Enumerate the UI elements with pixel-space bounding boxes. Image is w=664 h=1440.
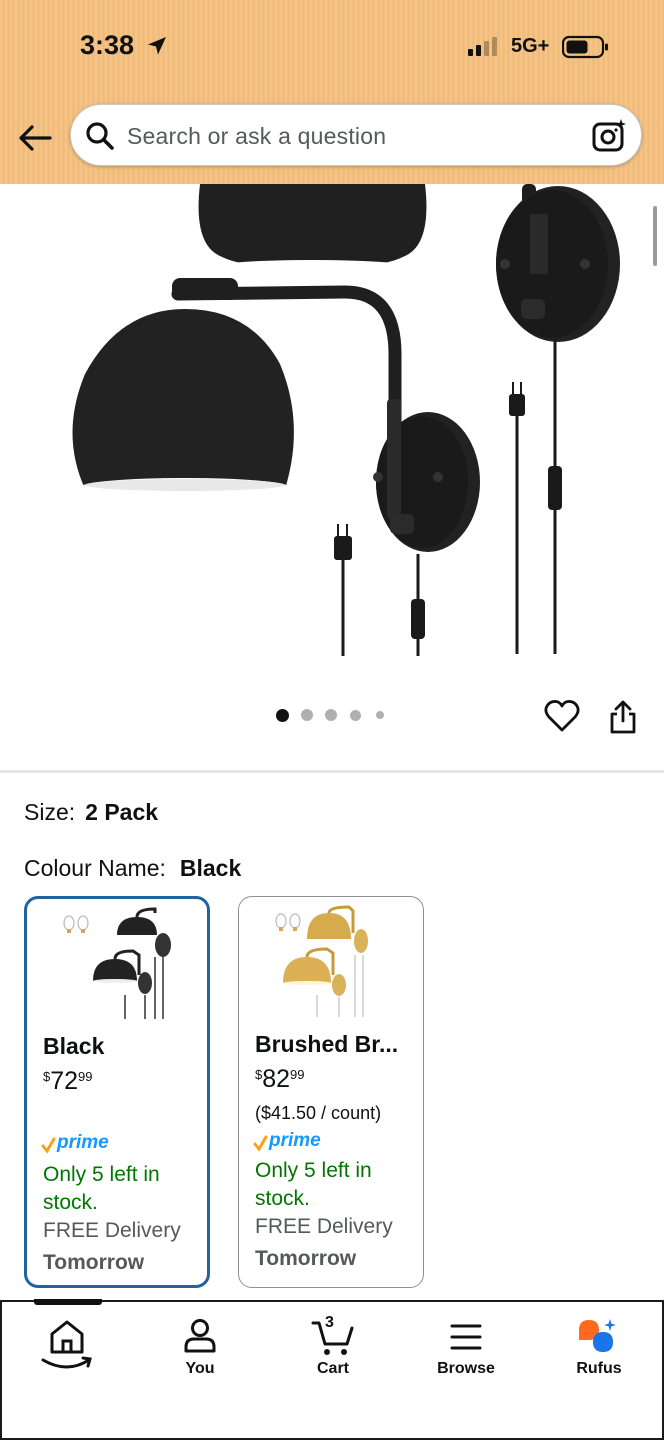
search-placeholder: Search or ask a question bbox=[127, 123, 387, 149]
location-arrow-icon bbox=[148, 37, 166, 55]
scroll-indicator bbox=[653, 206, 657, 266]
nav-you-label: You bbox=[185, 1360, 215, 1377]
delivery-text: FREE Delivery bbox=[255, 1215, 393, 1238]
carousel-dot[interactable] bbox=[376, 711, 384, 719]
colour-swatch-black[interactable]: Black $7299 prime Only 5 left in stock. … bbox=[24, 896, 210, 1288]
battery-icon bbox=[562, 35, 608, 59]
section-divider bbox=[0, 770, 664, 773]
camera-search-icon[interactable] bbox=[591, 118, 627, 154]
carousel-dot[interactable] bbox=[325, 709, 337, 721]
prime-badge: prime bbox=[253, 1130, 333, 1155]
carousel-dot[interactable] bbox=[350, 710, 361, 721]
nav-cart[interactable]: 3 Cart bbox=[278, 1314, 388, 1394]
nav-rufus-label: Rufus bbox=[576, 1360, 622, 1377]
nav-home[interactable] bbox=[12, 1314, 122, 1394]
swatch-price: $8299 bbox=[255, 1065, 305, 1093]
unit-price: ($41.50 / count) bbox=[255, 1103, 382, 1123]
cart-count-badge: 3 bbox=[325, 1314, 334, 1331]
colour-value: Black bbox=[179, 855, 242, 881]
status-time: 3:38 bbox=[80, 30, 135, 60]
colour-swatch-brushed-brass[interactable]: Brushed Br... $8299 ($41.50 / count) pri… bbox=[238, 896, 424, 1288]
swatch-thumbnail bbox=[275, 905, 368, 1017]
nav-you[interactable]: You bbox=[145, 1314, 255, 1394]
search-icon bbox=[86, 122, 114, 150]
carousel-dot[interactable] bbox=[301, 709, 313, 721]
network-type: 5G+ bbox=[511, 35, 550, 57]
nav-browse[interactable]: Browse bbox=[411, 1314, 521, 1394]
size-row: Size: 2 Pack bbox=[24, 799, 158, 826]
size-label: Size: bbox=[24, 799, 76, 825]
swatch-name: Black bbox=[43, 1033, 105, 1059]
swatch-name: Brushed Br... bbox=[255, 1031, 399, 1057]
heart-icon[interactable] bbox=[544, 699, 580, 733]
stock-status: Only 5 left in stock. bbox=[255, 1159, 372, 1210]
delivery-day: Tomorrow bbox=[255, 1247, 357, 1270]
size-value: 2 Pack bbox=[85, 799, 159, 825]
colour-row: Colour Name: Black bbox=[24, 855, 241, 882]
delivery-text: FREE Delivery bbox=[43, 1219, 181, 1242]
nav-active-indicator bbox=[34, 1299, 102, 1305]
user-icon bbox=[184, 1319, 216, 1353]
prime-badge: prime bbox=[41, 1132, 121, 1157]
swatch-price: $7299 bbox=[43, 1067, 93, 1095]
home-icon bbox=[41, 1320, 92, 1369]
app-header: 3:38 5G+ Search or ask a question bbox=[0, 0, 664, 184]
delivery-day: Tomorrow bbox=[43, 1251, 145, 1274]
product-image[interactable] bbox=[0, 184, 664, 674]
bottom-nav: You 3 Cart Browse Rufus bbox=[0, 1299, 664, 1440]
rufus-icon bbox=[579, 1319, 616, 1352]
search-input[interactable]: Search or ask a question bbox=[70, 104, 642, 166]
colour-label: Colour Name: bbox=[24, 855, 166, 881]
nav-browse-label: Browse bbox=[437, 1360, 495, 1377]
stock-status: Only 5 left in stock. bbox=[43, 1163, 160, 1214]
menu-icon bbox=[450, 1324, 482, 1350]
carousel-dot-active[interactable] bbox=[276, 709, 289, 722]
nav-rufus[interactable]: Rufus bbox=[544, 1314, 654, 1394]
nav-cart-label: Cart bbox=[316, 1360, 349, 1377]
cellular-signal-icon bbox=[468, 36, 504, 56]
share-icon[interactable] bbox=[607, 699, 639, 735]
back-arrow-icon[interactable] bbox=[16, 120, 56, 156]
swatch-thumbnail bbox=[63, 907, 171, 1019]
